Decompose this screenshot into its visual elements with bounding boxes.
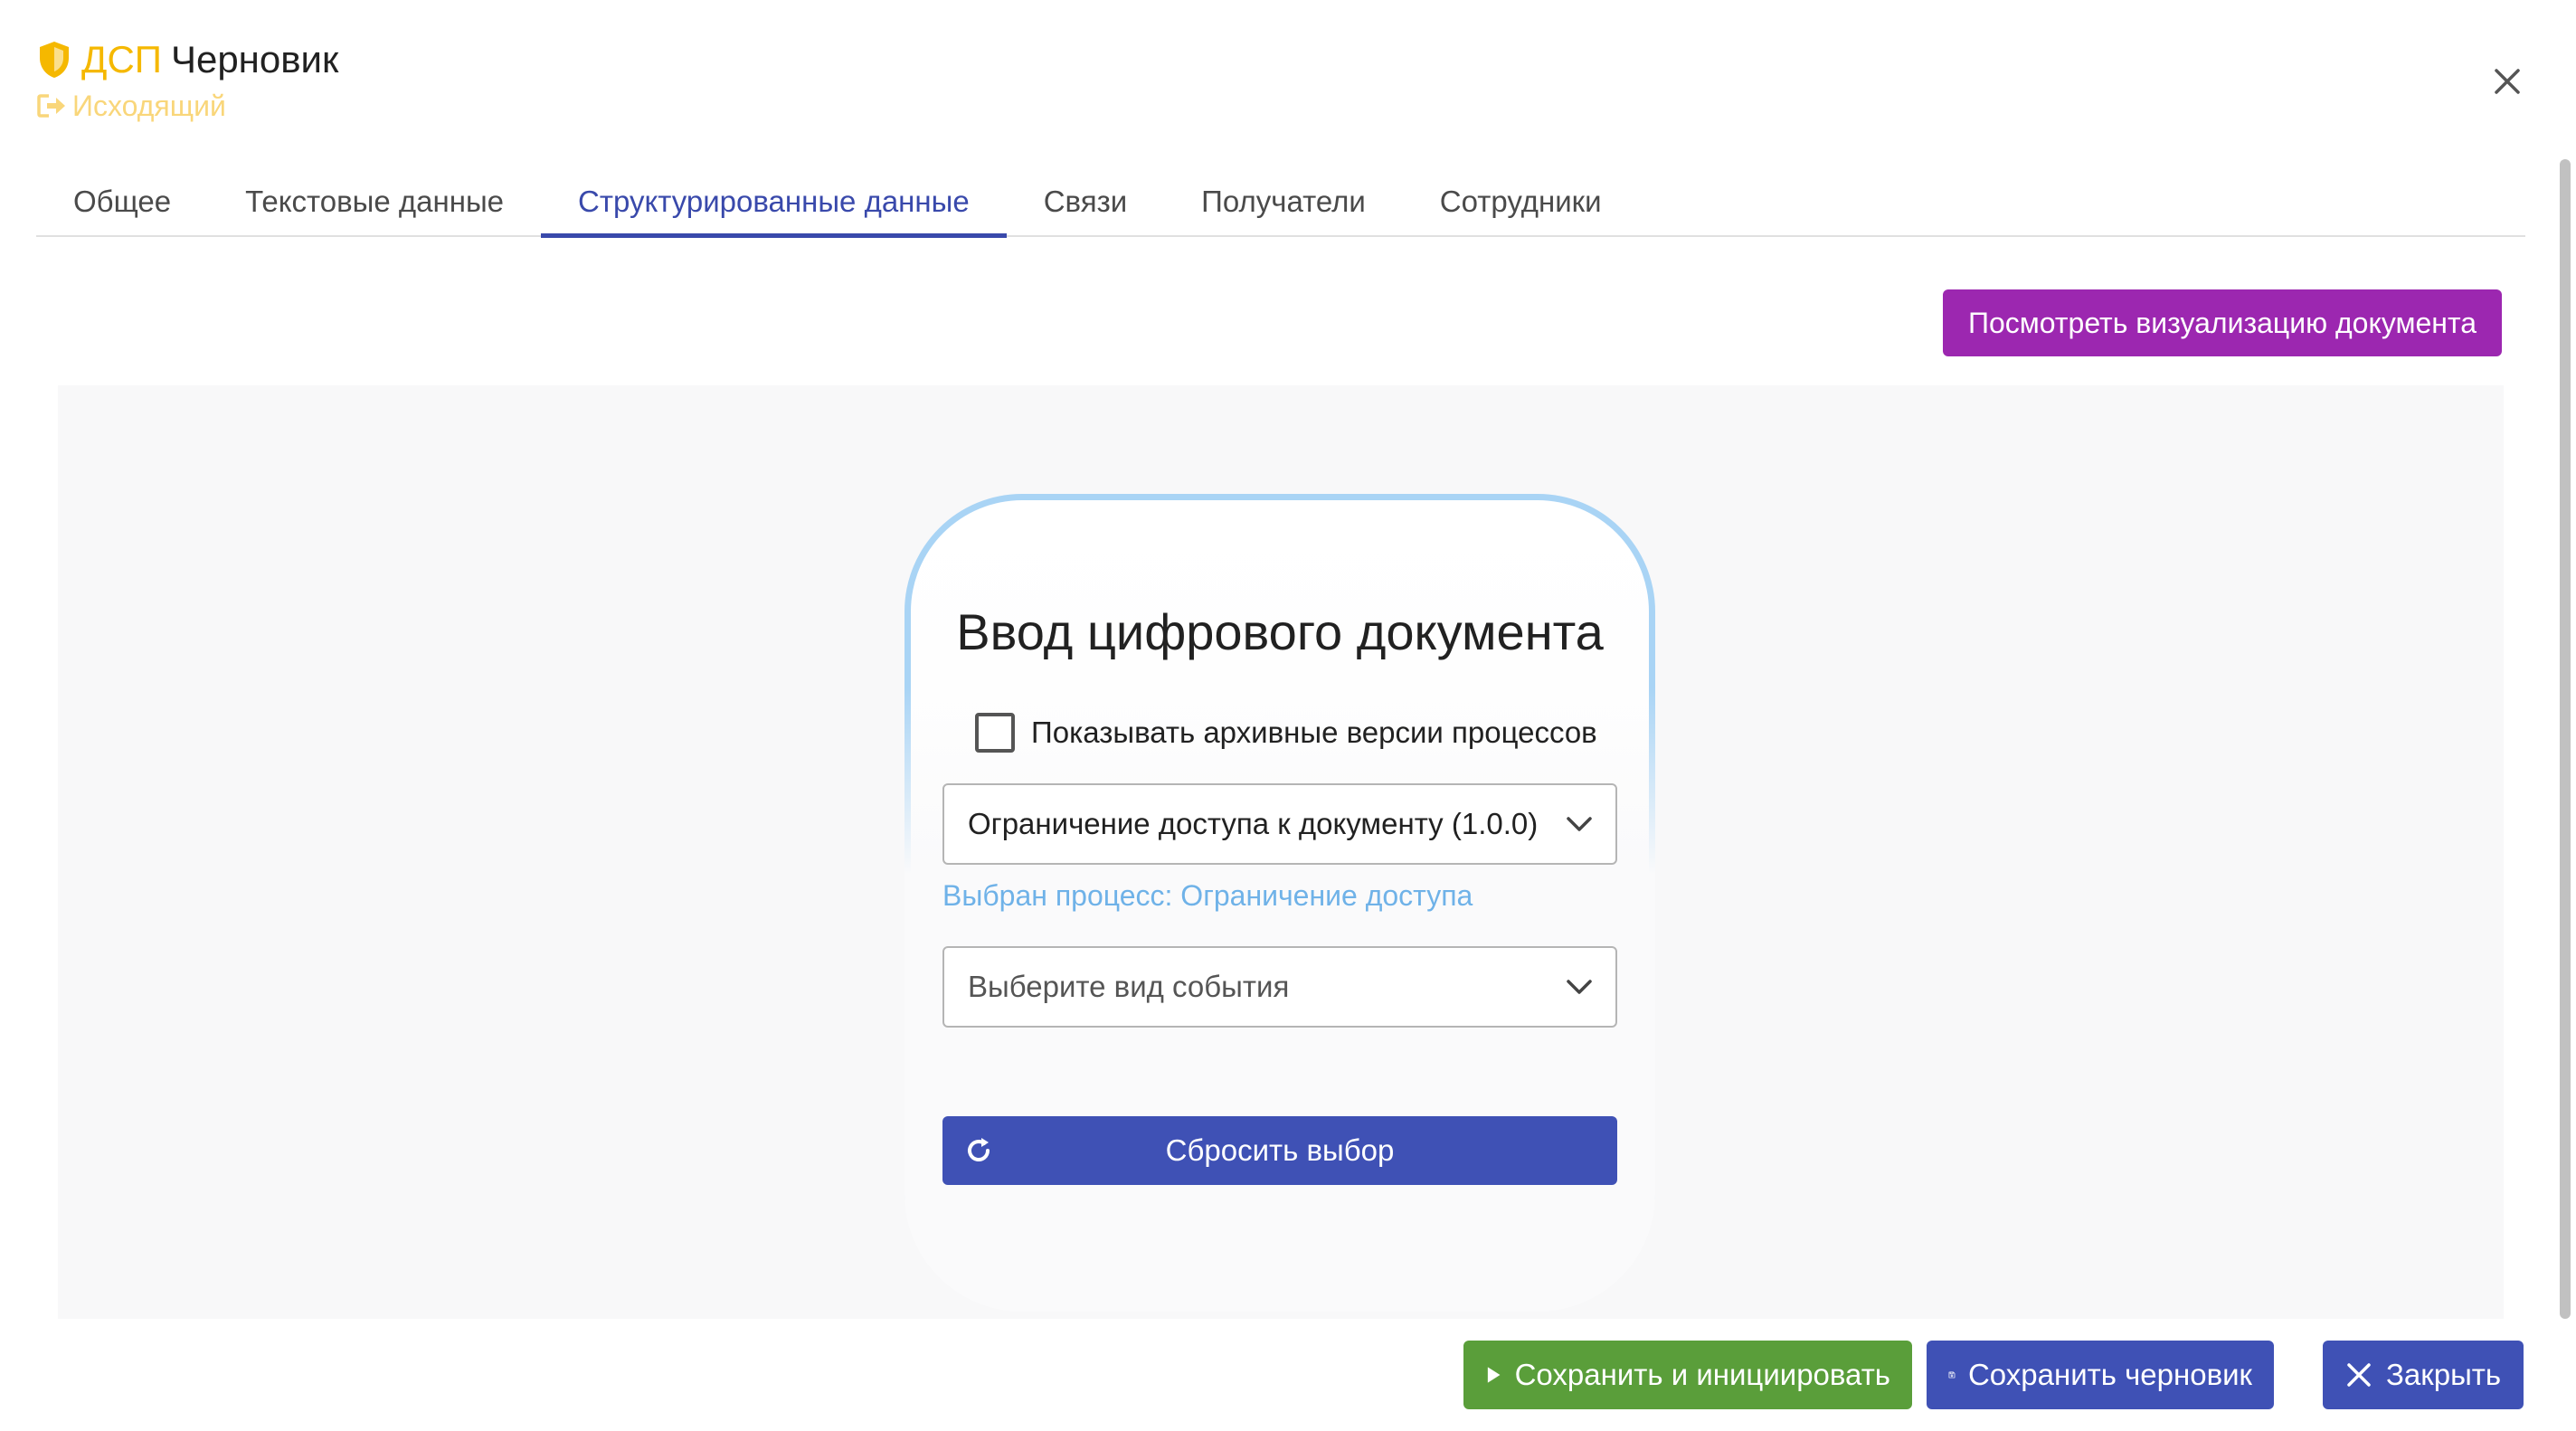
reset-selection-button[interactable]: Сбросить выбор [942,1116,1617,1185]
document-direction: Исходящий [72,89,226,122]
play-icon [1487,1367,1501,1383]
tab-text-data[interactable]: Текстовые данные [208,168,541,235]
save-and-initiate-label: Сохранить и инициировать [1514,1358,1890,1391]
tab-general[interactable]: Общее [36,168,208,235]
process-select-value: Ограничение доступа к документу (1.0.0) [968,807,1539,840]
tab-links[interactable]: Связи [1007,168,1164,235]
title-row: ДСП Черновик [36,34,338,85]
event-type-placeholder: Выберите вид события [968,970,1290,1003]
direction-row: Исходящий [36,87,338,125]
tab-bar: Общее Текстовые данные Структурированные… [36,168,2525,238]
close-label: Закрыть [2386,1358,2502,1391]
chevron-down-icon [1567,980,1592,994]
archive-versions-row: Показывать архивные версии процессов [975,711,1597,754]
tab-employees[interactable]: Сотрудники [1403,168,1639,235]
outgoing-icon [36,92,67,119]
security-badge: ДСП [81,38,162,81]
form-title: Ввод цифрового документа [956,603,1604,660]
refresh-icon [968,1138,990,1161]
tab-structured-data[interactable]: Структурированные данные [541,168,1007,238]
save-and-initiate-button[interactable]: Сохранить и инициировать [1463,1341,1912,1409]
reset-selection-label: Сбросить выбор [1165,1133,1395,1167]
tab-recipients[interactable]: Получатели [1164,168,1403,235]
scrollbar[interactable] [2560,159,2571,1319]
selected-process-hint: Выбран процесс: Ограничение доступа [942,879,1473,912]
save-icon [1948,1371,1956,1379]
visualize-document-button[interactable]: Посмотреть визуализацию документа [1943,289,2502,356]
archive-versions-checkbox[interactable] [975,713,1015,753]
archive-versions-label: Показывать архивные версии процессов [1031,716,1597,749]
event-type-select[interactable]: Выберите вид события [942,946,1617,1028]
chevron-down-icon [1567,817,1592,831]
dialog-header: ДСП Черновик Исходящий [36,34,338,125]
shield-icon [36,40,72,80]
close-icon[interactable] [2489,63,2525,100]
process-select[interactable]: Ограничение доступа к документу (1.0.0) [942,783,1617,865]
close-button[interactable]: Закрыть [2323,1341,2524,1409]
save-draft-button[interactable]: Сохранить черновик [1927,1341,2274,1409]
close-icon [2347,1363,2371,1387]
document-status: Черновик [170,38,339,81]
save-draft-label: Сохранить черновик [1967,1358,2252,1391]
